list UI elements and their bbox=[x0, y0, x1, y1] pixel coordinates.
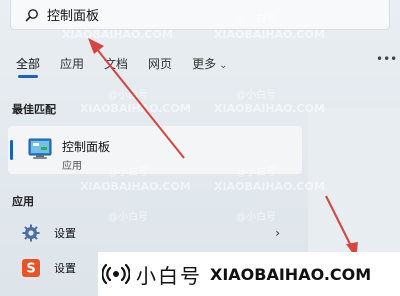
tab-web[interactable]: 网页 bbox=[148, 55, 172, 72]
selection-indicator bbox=[10, 140, 13, 160]
app-result-settings[interactable]: 设置 › bbox=[8, 221, 288, 245]
watermark-handle: @小白号 bbox=[236, 167, 276, 178]
watermark-site: XIAOBAIHAO.COM bbox=[80, 102, 191, 115]
more-options-icon[interactable]: ••• bbox=[376, 52, 397, 66]
tab-documents[interactable]: 文档 bbox=[104, 55, 128, 72]
watermark-handle: @小白号 bbox=[236, 14, 276, 25]
best-match-title: 控制面板 bbox=[62, 140, 111, 154]
brand-banner: 小白号 XIAOBAIHAO.COM bbox=[98, 252, 400, 296]
tab-more[interactable]: 更多 ⌄ bbox=[192, 55, 227, 72]
control-panel-icon bbox=[28, 138, 52, 159]
watermark-site: XIAOBAIHAO.COM bbox=[62, 28, 173, 41]
app-label-settings: 设置 bbox=[54, 227, 76, 240]
watermark-site: XIAOBAIHAO.COM bbox=[214, 102, 325, 115]
filter-tabs: 全部 应用 文档 网页 更多 ⌄ bbox=[16, 55, 247, 78]
svg-text:S: S bbox=[26, 262, 35, 277]
best-match-heading: 最佳匹配 bbox=[12, 103, 56, 116]
brand-name-cn: 小白号 bbox=[136, 263, 202, 288]
tab-more-label: 更多 bbox=[192, 57, 217, 71]
watermark-handle: @小白号 bbox=[108, 212, 148, 223]
gear-icon bbox=[22, 224, 40, 242]
search-input[interactable]: 控制面板 bbox=[47, 5, 99, 24]
sogou-icon: S bbox=[22, 259, 40, 277]
watermark-handle: @小白号 bbox=[236, 212, 276, 223]
tab-all[interactable]: 全部 bbox=[16, 55, 40, 78]
broadcast-icon bbox=[102, 263, 130, 285]
brand-name-en: XIAOBAIHAO.COM bbox=[210, 264, 372, 284]
watermark-site: XIAOBAIHAO.COM bbox=[80, 180, 191, 193]
app-label-sogou-settings: 设置 bbox=[54, 262, 76, 275]
chevron-right-icon[interactable]: › bbox=[275, 226, 280, 240]
watermark-handle: @小白号 bbox=[108, 167, 148, 178]
search-bar[interactable]: 控制面板 bbox=[10, 0, 390, 30]
apps-heading: 应用 bbox=[12, 195, 34, 208]
tab-apps[interactable]: 应用 bbox=[60, 55, 84, 72]
watermark-site: XIAOBAIHAO.COM bbox=[214, 28, 325, 41]
watermark-handle: @小白号 bbox=[236, 90, 276, 101]
watermark-site: XIAOBAIHAO.COM bbox=[214, 180, 325, 193]
search-icon bbox=[25, 8, 38, 21]
watermark-handle: @小白号 bbox=[108, 90, 148, 101]
best-match-subtitle: 应用 bbox=[62, 161, 82, 172]
chevron-down-icon: ⌄ bbox=[219, 60, 228, 71]
